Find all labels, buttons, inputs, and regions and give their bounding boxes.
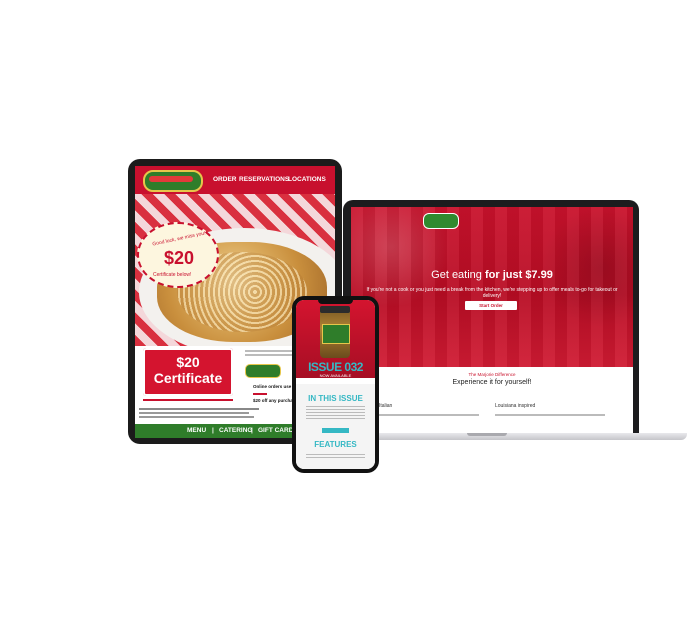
jar-lid — [320, 306, 350, 313]
promo-badge: Good luck, we miss you! $20 Certificate … — [137, 222, 219, 288]
certificate-label: Certificate — [153, 370, 223, 386]
certificate-box[interactable]: $20 Certificate — [143, 348, 233, 396]
nav-reservations[interactable]: RESERVATIONS — [239, 176, 289, 183]
badge-caption: Certificate below! — [153, 272, 192, 278]
offer-logo — [245, 364, 281, 378]
tablet-nav: ORDER RESERVATIONS LOCATIONS — [135, 166, 335, 194]
issue-subtitle: NOW AVAILABLE — [319, 373, 352, 378]
badge-amount: $20 — [163, 248, 195, 268]
phone-hero: ISSUE 032 NOW AVAILABLE — [296, 300, 375, 378]
bullet-discount: $20 off any purcha — [253, 398, 293, 403]
footer-divider: | — [212, 427, 214, 434]
laptop-logo[interactable] — [423, 213, 459, 229]
laptop-notch — [467, 433, 507, 436]
footer-menu[interactable]: MENU — [187, 427, 206, 434]
footer-catering[interactable]: CATERING — [219, 427, 252, 434]
footer-divider: | — [251, 427, 253, 434]
jar-label — [322, 324, 350, 344]
phone-body: IN THIS ISSUE FEATURES — [296, 384, 375, 469]
section-features: FEATURES — [314, 440, 357, 449]
read-more-button[interactable] — [322, 428, 349, 433]
column-right-text — [495, 414, 605, 416]
laptop-screen: Get eating for just $7.99 If you're not … — [351, 207, 633, 433]
nav-order[interactable]: ORDER — [213, 176, 236, 183]
laptop-hero: Get eating for just $7.99 If you're not … — [351, 207, 633, 367]
column-right-title: Louisiana inspired — [495, 403, 536, 409]
footer-gift-card[interactable]: GIFT CARD — [258, 427, 293, 434]
experience-heading: Experience it for yourself! — [452, 379, 532, 386]
bullet-online-orders: Online orders use c — [253, 384, 296, 389]
tablet-logo[interactable] — [143, 170, 203, 192]
start-order-button[interactable]: Start Order — [465, 301, 517, 310]
laptop-hero-subtitle: If you're not a cook or you just need a … — [366, 287, 618, 299]
certificate-fineprint — [143, 399, 233, 401]
phone-notch — [318, 299, 353, 304]
column-left-title: Italian — [379, 403, 393, 409]
badge-text: Good luck, we miss you! — [151, 230, 207, 248]
laptop-hero-title: Get eating for just $7.99 — [431, 269, 553, 281]
phone-screen: ISSUE 032 NOW AVAILABLE IN THIS ISSUE FE… — [296, 300, 375, 469]
laptop-base — [327, 433, 687, 440]
nav-locations[interactable]: LOCATIONS — [288, 176, 326, 183]
issue-title: ISSUE 032 — [308, 360, 363, 374]
section-in-this-issue: IN THIS ISSUE — [308, 394, 363, 403]
column-left-text — [379, 414, 479, 416]
difference-label: The Marjorie Difference — [468, 372, 516, 377]
certificate-amount: $20 — [176, 354, 200, 370]
